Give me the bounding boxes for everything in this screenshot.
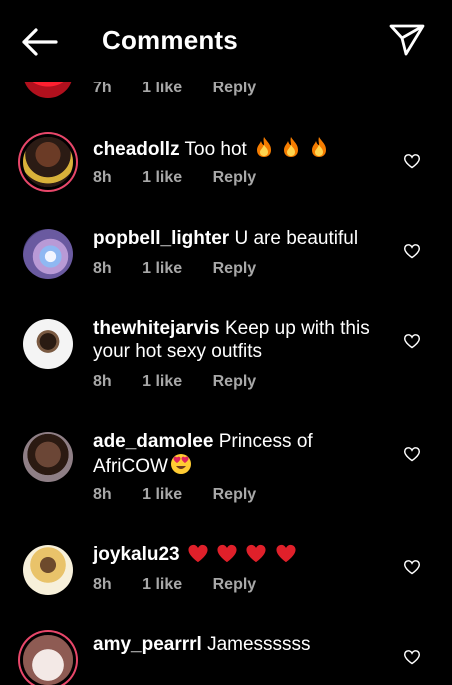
comment-time: 8h: [93, 169, 112, 186]
comment-likes[interactable]: 1 like: [142, 373, 182, 391]
comment-text: Jamessssss: [207, 634, 311, 655]
comment-time: 8h: [93, 576, 112, 593]
comment-text-line1: Keep up with this: [225, 318, 370, 339]
fire-icon: [254, 136, 274, 164]
avatar[interactable]: [23, 229, 73, 279]
comment-text-line2: your hot sexy outfits: [93, 341, 262, 362]
red-heart-icon: [245, 543, 267, 569]
reply-button[interactable]: Reply: [213, 169, 257, 187]
fire-icon: [309, 136, 329, 164]
comment-likes[interactable]: 1 like: [142, 576, 182, 594]
like-heart-icon[interactable]: [403, 153, 421, 169]
comment-likes[interactable]: 1 like: [142, 486, 182, 504]
avatar[interactable]: [23, 319, 73, 369]
like-heart-icon[interactable]: [403, 333, 421, 349]
comment-text: Too hot: [184, 139, 247, 160]
red-heart-icon: [187, 543, 209, 569]
avatar[interactable]: [23, 635, 73, 685]
reply-button[interactable]: Reply: [213, 486, 257, 504]
reply-button[interactable]: Reply: [213, 373, 257, 391]
like-heart-icon[interactable]: [403, 559, 421, 575]
page-title: Comments: [102, 25, 238, 55]
avatar[interactable]: [23, 137, 73, 187]
comments-list[interactable]: 7h 1 like Reply cheadollz Too hot 8h 1 l…: [0, 0, 452, 685]
heart-eyes-emoji-icon: [170, 453, 192, 481]
comment-username[interactable]: popbell_lighter: [93, 228, 229, 249]
comment-likes[interactable]: 1 like: [142, 260, 182, 278]
like-heart-icon[interactable]: [403, 243, 421, 259]
reply-button[interactable]: Reply: [213, 576, 257, 594]
comment-text-line2: AfriCOW: [93, 456, 168, 477]
comment-time: 8h: [93, 260, 112, 277]
paper-plane-icon[interactable]: [388, 22, 426, 58]
red-heart-icon: [216, 543, 238, 569]
comment-time: 8h: [93, 373, 112, 390]
arrow-left-icon[interactable]: [20, 26, 58, 58]
comment-username[interactable]: joykalu23: [93, 544, 180, 565]
avatar[interactable]: [23, 545, 73, 595]
comment-text: U are beautiful: [234, 228, 359, 249]
comment-text-line1: Princess of: [218, 431, 313, 452]
reply-button[interactable]: Reply: [213, 260, 257, 278]
comment-username[interactable]: amy_pearrrl: [93, 634, 202, 655]
comment-username[interactable]: cheadollz: [93, 139, 180, 160]
comment-likes[interactable]: 1 like: [142, 169, 182, 187]
top-bar: Comments: [0, 0, 452, 82]
fire-icon: [281, 136, 301, 164]
red-heart-icon: [275, 543, 297, 569]
avatar[interactable]: [23, 432, 73, 482]
like-heart-icon[interactable]: [403, 446, 421, 462]
comment-username[interactable]: ade_damolee: [93, 431, 213, 452]
like-heart-icon[interactable]: [403, 649, 421, 665]
comment-time: 8h: [93, 486, 112, 503]
comment-username[interactable]: thewhitejarvis: [93, 318, 220, 339]
